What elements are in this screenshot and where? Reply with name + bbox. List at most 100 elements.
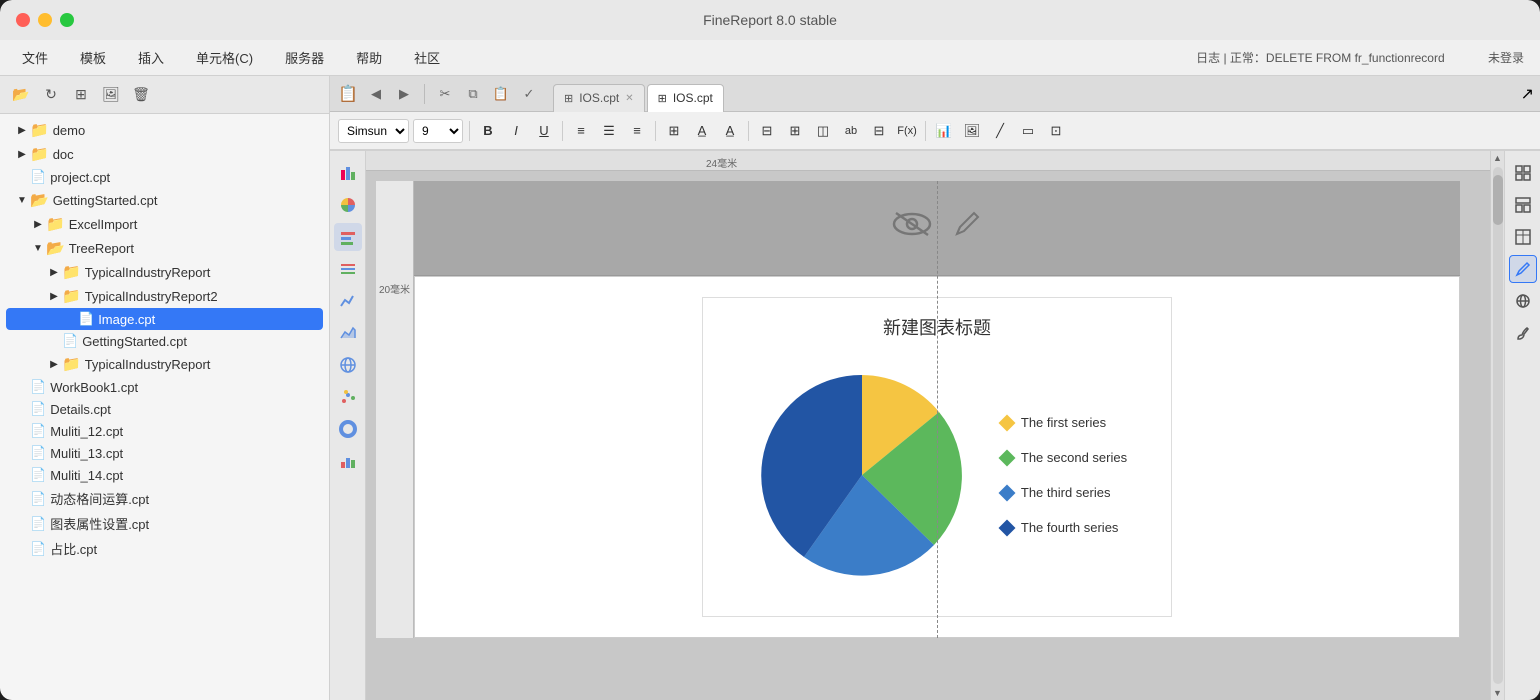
donut-icon[interactable] [334,415,362,443]
folder-icon: 📁 [62,287,81,305]
menu-server[interactable]: 服务器 [279,46,330,69]
pie-chart-icon[interactable] [334,191,362,219]
menu-file[interactable]: 文件 [16,46,54,69]
back-button[interactable]: ◀ [364,82,388,106]
underline-button[interactable]: U [532,119,556,143]
area-chart-icon[interactable] [334,319,362,347]
tree-item-typical2[interactable]: ▶ 📁 TypicalIndustryReport2 [6,284,323,308]
menu-template[interactable]: 模板 [74,46,112,69]
refresh-button[interactable]: ↻ [40,84,62,106]
grid-button[interactable]: ⊞ [783,119,807,143]
close-tab-icon[interactable]: ✕ [625,93,633,104]
template-icon[interactable] [1509,191,1537,219]
tree-item-chart-props[interactable]: 📄 图表属性设置.cpt [6,511,323,536]
tree-item-dynamic[interactable]: 📄 动态格间运算.cpt [6,486,323,511]
scroll-thumb[interactable] [1493,175,1503,225]
menu-community[interactable]: 社区 [408,46,446,69]
font-color-button[interactable]: A̲ [718,119,742,143]
lines-icon[interactable] [334,255,362,283]
cut-button[interactable]: ✂ [433,82,457,106]
file-icon: 📄 [30,541,46,557]
delete-button[interactable]: 🗑 [130,84,152,106]
tree-item-image[interactable]: 📄 Image.cpt [6,308,323,330]
center-guide-line [937,181,938,638]
text-button[interactable]: ab [839,119,863,143]
main-canvas: 新建图表标题 [414,181,1460,638]
merge-cells-button[interactable]: ⊟ [755,119,779,143]
tree-item-typical3[interactable]: ▶ 📁 TypicalIndustryReport [6,352,323,376]
globe-icon[interactable] [334,351,362,379]
globe-icon[interactable] [1509,287,1537,315]
chart-button[interactable]: 📊 [932,119,956,143]
edit-panel-icon[interactable] [1509,255,1537,283]
check-button[interactable]: ✓ [517,82,541,106]
tree-item-demo[interactable]: ▶ 📁 demo [6,118,323,142]
tree-label: Muliti_13.cpt [50,446,123,461]
tree-item-gettingstarted-folder[interactable]: ▼ 📂 GettingStarted.cpt [6,188,323,212]
italic-button[interactable]: I [504,119,528,143]
bar-chart3-icon[interactable] [334,447,362,475]
scroll-up-arrow[interactable]: ▲ [1491,151,1505,165]
tree-item-doc[interactable]: ▶ 📁 doc [6,142,323,166]
tree-item-typical1[interactable]: ▶ 📁 TypicalIndustryReport [6,260,323,284]
tree-item-ratio[interactable]: 📄 占比.cpt [6,536,323,561]
align-left-button[interactable]: ≡ [569,119,593,143]
file-tree: ▶ 📁 demo ▶ 📁 doc 📄 project.cpt [0,114,329,565]
border-button[interactable]: ⊞ [662,119,686,143]
tree-item-workbook[interactable]: 📄 WorkBook1.cpt [6,376,323,398]
paste-button[interactable]: 📋 [489,82,513,106]
tree-item-muliti13[interactable]: 📄 Muliti_13.cpt [6,442,323,464]
border-box-button[interactable]: ⊡ [1044,119,1068,143]
bold-button[interactable]: B [476,119,500,143]
scroll-down-arrow[interactable]: ▼ [1491,686,1505,700]
tree-item-details[interactable]: 📄 Details.cpt [6,398,323,420]
menu-help[interactable]: 帮助 [350,46,388,69]
align-right-button[interactable]: ≡ [625,119,649,143]
font-size-select[interactable]: 9 [413,119,463,143]
tree-item-muliti12[interactable]: 📄 Muliti_12.cpt [6,420,323,442]
line-chart-icon[interactable] [334,287,362,315]
grid-layout-icon[interactable] [1509,159,1537,187]
legend-diamond-1 [998,414,1015,431]
menu-insert[interactable]: 插入 [132,46,170,69]
image-button[interactable]: 🖼 [100,84,122,106]
bar-chart-icon[interactable] [334,159,362,187]
image-button[interactable]: 🖼 [960,119,984,143]
canvas-area[interactable]: 24毫米 20毫米 [366,151,1490,700]
forward-button[interactable]: ▶ [392,82,416,106]
minimize-button[interactable] [38,13,52,27]
scatter-icon[interactable] [334,383,362,411]
close-button[interactable] [16,13,30,27]
tree-label: 占比.cpt [50,539,97,558]
grid-button[interactable]: ⊞ [70,84,92,106]
left-panel [330,151,366,700]
open-folder-button[interactable]: 📂 [10,84,32,106]
tree-item-gettingstarted-file[interactable]: 📄 GettingStarted.cpt [6,330,323,352]
tree-item-treereport[interactable]: ▼ 📂 TreeReport [6,236,323,260]
align-v-button[interactable]: ⊟ [867,119,891,143]
align-center-button[interactable]: ☰ [597,119,621,143]
tab-ios2[interactable]: ⊞ IOS.cpt [647,84,724,112]
tree-item-muliti14[interactable]: 📄 Muliti_14.cpt [6,464,323,486]
font-select[interactable]: Simsun [338,119,409,143]
tree-item-project[interactable]: 📄 project.cpt [6,166,323,188]
cell-icon[interactable] [1509,223,1537,251]
menu-cell[interactable]: 单元格(C) [190,46,259,69]
arrow-icon: ▶ [30,216,46,232]
box-button[interactable]: ▭ [1016,119,1040,143]
brush-icon[interactable] [1509,319,1537,347]
copy-button[interactable]: ⧉ [461,82,485,106]
maximize-button[interactable] [60,13,74,27]
formula-button[interactable]: F(x) [895,119,919,143]
tree-label: GettingStarted.cpt [53,193,158,208]
tree-item-excelimport[interactable]: ▶ 📁 ExcelImport [6,212,323,236]
cell-format-button[interactable]: ◫ [811,119,835,143]
status-text: 日志 | 正常：DELETE FROM fr_functionrecord [1196,51,1445,65]
tab-menu-button[interactable]: ↗ [1521,84,1534,104]
vertical-scrollbar[interactable]: ▲ ▼ [1490,151,1504,700]
bar-chart2-icon[interactable] [334,223,362,251]
new-tab-button[interactable]: 📋 [336,82,360,106]
fill-color-button[interactable]: A̲ [690,119,714,143]
line-button[interactable]: ╱ [988,119,1012,143]
tab-ios1[interactable]: ⊞ IOS.cpt ✕ [553,84,645,112]
